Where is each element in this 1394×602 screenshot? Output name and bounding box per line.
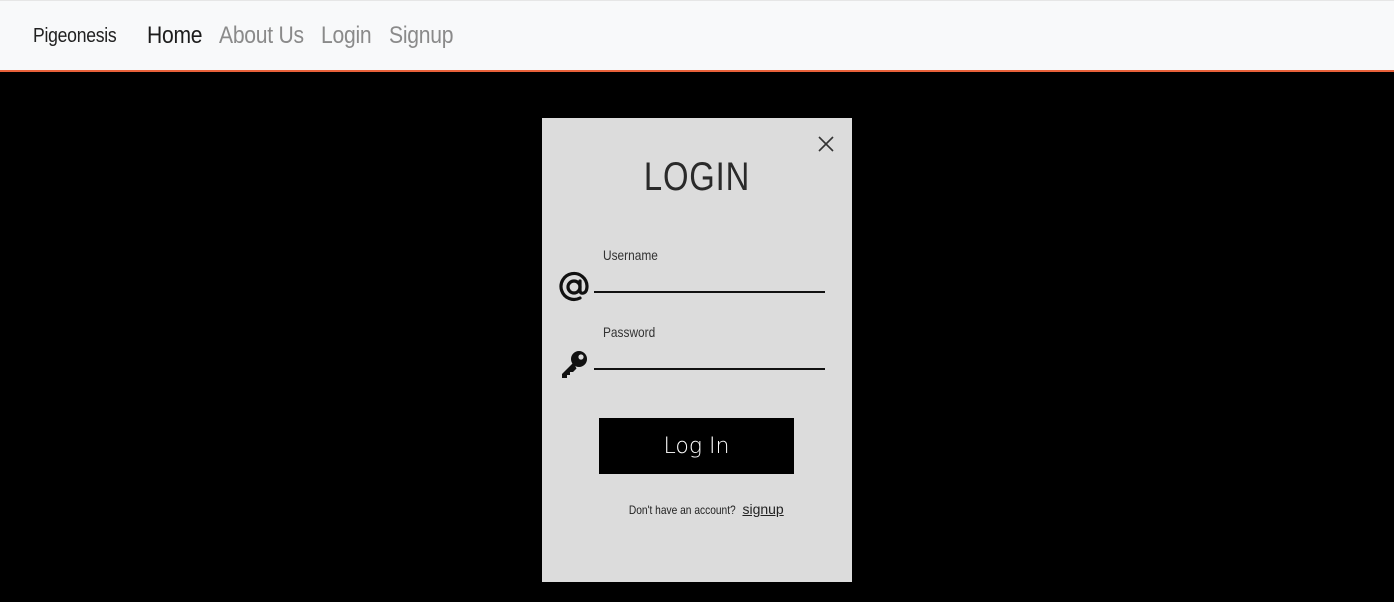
login-button[interactable]: Log In [599,418,794,474]
nav-link-login[interactable]: Login [321,22,372,50]
login-title: LOGIN [643,155,751,199]
key-icon [558,348,590,380]
password-input[interactable] [594,346,825,370]
nav-link-about-us[interactable]: About Us [219,22,304,50]
login-modal: LOGIN Username Password Log In Don't hav… [542,118,852,582]
nav-link-home[interactable]: Home [147,22,203,50]
nav-link-signup[interactable]: Signup [389,22,453,50]
brand-name[interactable]: Pigeonesis [33,25,117,48]
account-prompt-text: Don't have an account? [629,503,736,517]
username-input[interactable] [594,269,825,293]
at-sign-icon [558,271,590,303]
close-icon[interactable] [816,134,836,154]
signup-prompt: Don't have an account? signup [542,501,852,519]
signup-link[interactable]: signup [742,501,783,517]
navbar: Pigeonesis Home About Us Login Signup [0,0,1394,72]
username-label: Username [603,247,658,263]
password-label: Password [603,324,656,340]
